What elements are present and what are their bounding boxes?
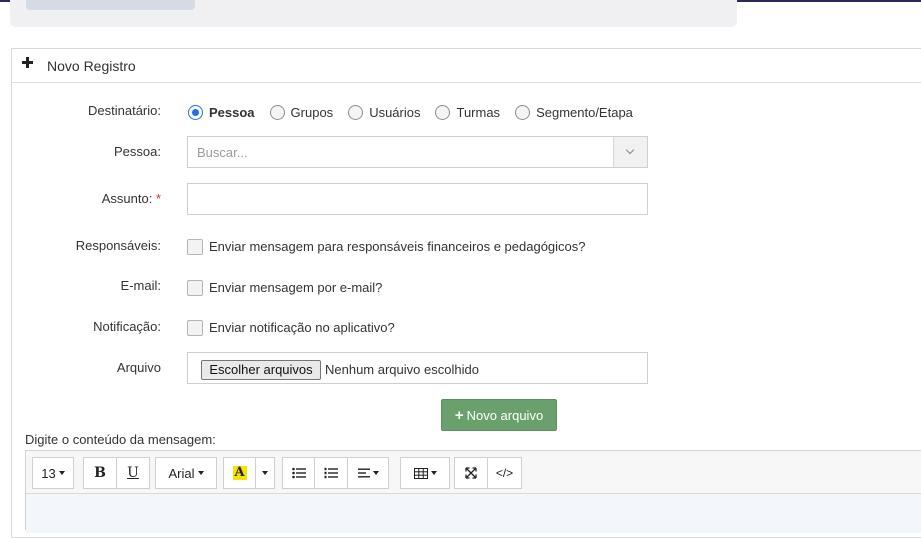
underline-button[interactable]: U <box>117 458 149 488</box>
unordered-list-button[interactable] <box>283 458 315 488</box>
radio-grupos-circle[interactable] <box>269 104 285 120</box>
assunto-input[interactable] <box>187 183 648 215</box>
color-dropdown[interactable] <box>256 458 274 488</box>
color-group: A <box>223 457 275 489</box>
ordered-list-button[interactable] <box>315 458 348 488</box>
radio-turmas-circle[interactable] <box>435 104 451 120</box>
bold-button[interactable]: B <box>84 458 117 488</box>
radio-segmento-etapa[interactable]: Segmento/Etapa <box>515 104 633 120</box>
caret-down-icon <box>58 471 65 475</box>
align-dropdown[interactable] <box>348 458 388 488</box>
plus-icon <box>22 56 36 70</box>
email-checkbox-row[interactable]: Enviar mensagem por e-mail? <box>187 279 382 296</box>
font-family-group: Arial <box>155 457 217 489</box>
table-group <box>400 457 450 489</box>
table-dropdown[interactable] <box>401 458 449 488</box>
rich-text-editor: 13 B U Arial A </> <box>25 450 921 533</box>
message-label: Digite o conteúdo da mensagem: <box>25 432 216 447</box>
caret-down-icon <box>372 471 379 475</box>
notificacao-checkbox-row[interactable]: Enviar notificação no aplicativo? <box>187 319 395 336</box>
destinatario-label: Destinatário: <box>88 103 161 118</box>
unordered-list-icon <box>291 467 306 479</box>
expand-icon <box>465 467 477 479</box>
arquivo-label: Arquivo <box>116 360 161 375</box>
radio-turmas[interactable]: Turmas <box>435 104 501 120</box>
caret-down-icon <box>197 471 204 475</box>
editor-content-area[interactable] <box>26 493 921 533</box>
radio-usuarios[interactable]: Usuários <box>348 104 421 120</box>
font-family-dropdown[interactable]: Arial <box>156 458 216 488</box>
email-label: E-mail: <box>120 278 161 293</box>
arquivo-file-input: Escolher arquivos Nenhum arquivo escolhi… <box>187 352 648 384</box>
top-card-button[interactable] <box>26 0 195 10</box>
highlight-icon: A <box>232 465 247 480</box>
list-group <box>282 457 389 489</box>
email-checkbox[interactable] <box>187 279 203 296</box>
radio-grupos[interactable]: Grupos <box>269 104 334 120</box>
fullscreen-button[interactable] <box>455 458 488 488</box>
radio-segmento-etapa-circle[interactable] <box>515 104 531 120</box>
plus-icon: + <box>454 406 464 424</box>
responsaveis-checkbox[interactable] <box>187 238 203 255</box>
panel-title: Novo Registro <box>47 58 136 74</box>
radio-usuarios-label: Usuários <box>369 104 421 120</box>
font-size-dropdown[interactable]: 13 <box>33 458 73 488</box>
radio-usuarios-circle[interactable] <box>348 104 364 120</box>
file-status-text: Nenhum arquivo escolhido <box>325 362 479 377</box>
notificacao-label: Notificação: <box>93 319 161 334</box>
pessoa-label: Pessoa: <box>114 144 161 159</box>
pessoa-dropdown-toggle[interactable] <box>613 137 647 167</box>
radio-segmento-etapa-label: Segmento/Etapa <box>536 104 633 120</box>
code-view-button[interactable]: </> <box>488 458 521 488</box>
radio-turmas-label: Turmas <box>456 104 501 120</box>
destinatario-radio-group: Pessoa Grupos Usuários Turmas Segmento/E… <box>188 103 648 121</box>
pessoa-select[interactable]: Buscar... <box>187 136 648 168</box>
required-mark: * <box>155 191 161 206</box>
table-icon <box>413 467 428 479</box>
radio-pessoa[interactable]: Pessoa <box>188 104 255 120</box>
responsaveis-label: Responsáveis: <box>75 238 161 253</box>
view-group: </> <box>454 457 522 489</box>
caret-down-icon <box>430 471 437 475</box>
assunto-label-text: Assunto: <box>101 191 153 206</box>
align-left-icon <box>357 468 370 478</box>
responsaveis-checkbox-label: Enviar mensagem para responsáveis financ… <box>209 239 586 254</box>
radio-pessoa-label: Pessoa <box>209 104 255 120</box>
caret-down-icon <box>262 471 268 475</box>
font-family-value: Arial <box>168 465 195 481</box>
assunto-label: Assunto: * <box>102 191 161 206</box>
panel-header[interactable]: Novo Registro <box>12 49 921 83</box>
responsaveis-checkbox-row[interactable]: Enviar mensagem para responsáveis financ… <box>187 238 586 255</box>
ordered-list-icon <box>324 467 338 479</box>
font-size-group: 13 <box>32 457 74 489</box>
chevron-down-icon <box>625 145 635 155</box>
radio-grupos-label: Grupos <box>290 104 334 120</box>
notificacao-checkbox[interactable] <box>187 319 203 336</box>
highlight-color-button[interactable]: A <box>224 458 256 488</box>
new-file-button-label: Novo arquivo <box>466 407 544 423</box>
choose-files-button[interactable]: Escolher arquivos <box>201 360 321 380</box>
pessoa-placeholder: Buscar... <box>197 145 248 160</box>
radio-pessoa-circle[interactable] <box>188 104 203 120</box>
text-style-group: B U <box>83 457 150 489</box>
new-file-button[interactable]: + Novo arquivo <box>441 399 557 431</box>
font-size-value: 13 <box>41 465 56 481</box>
notificacao-checkbox-label: Enviar notificação no aplicativo? <box>209 320 395 335</box>
email-checkbox-label: Enviar mensagem por e-mail? <box>209 280 383 295</box>
